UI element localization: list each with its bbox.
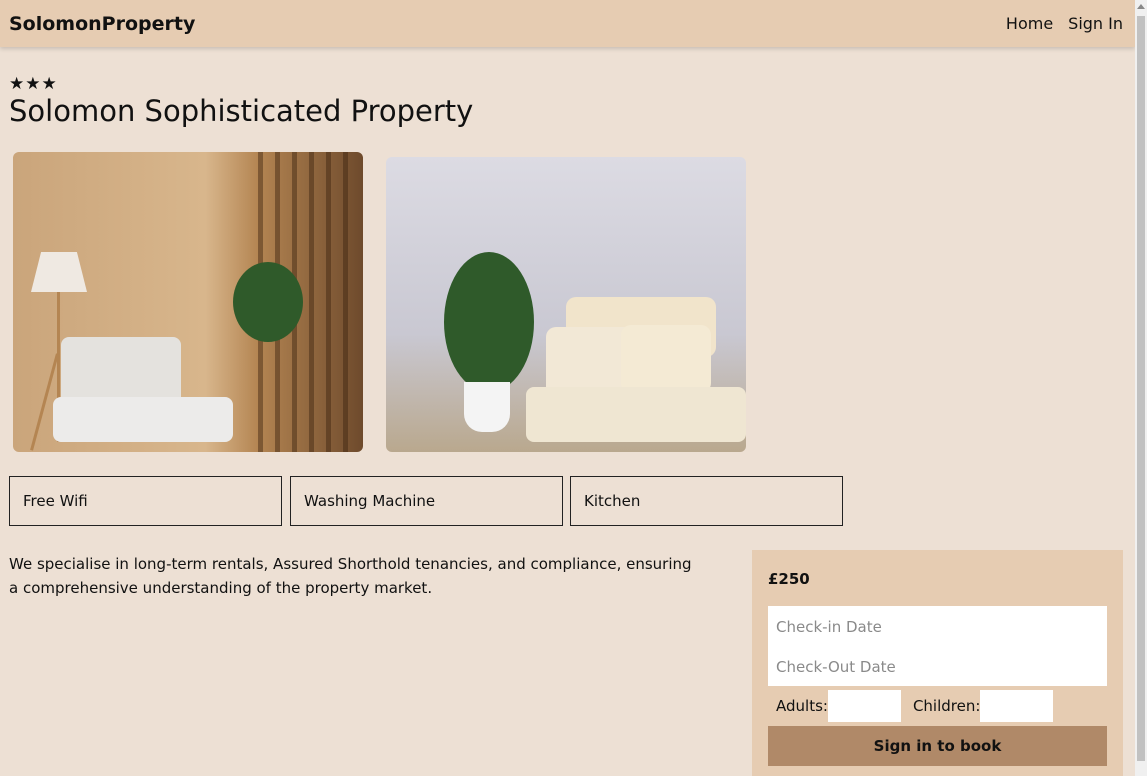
checkout-date-field[interactable]: Check-Out Date bbox=[776, 658, 896, 676]
nav-home-link[interactable]: Home bbox=[1006, 14, 1053, 33]
date-inputs: Check-in Date Check-Out Date bbox=[768, 606, 1107, 686]
page-scrollbar[interactable] bbox=[1135, 0, 1147, 776]
amenity-label: Kitchen bbox=[584, 492, 641, 510]
star-rating: ★★★ bbox=[9, 74, 58, 94]
amenity-label: Free Wifi bbox=[23, 492, 88, 510]
scrollbar-thumb[interactable] bbox=[1137, 16, 1145, 761]
nav-signin-link[interactable]: Sign In bbox=[1068, 14, 1123, 33]
children-label: Children: bbox=[912, 697, 981, 715]
checkin-date-field[interactable]: Check-in Date bbox=[776, 618, 882, 636]
amenity-free-wifi: Free Wifi bbox=[9, 476, 282, 526]
sign-in-to-book-button[interactable]: Sign in to book bbox=[768, 726, 1107, 766]
property-photo-living-room-sofa bbox=[386, 157, 746, 452]
property-photo-living-room-wood-slats bbox=[13, 152, 363, 452]
top-navbar: SolomonProperty Home Sign In bbox=[0, 0, 1135, 47]
nav-links: Home Sign In bbox=[1006, 14, 1123, 33]
amenity-label: Washing Machine bbox=[304, 492, 436, 510]
adults-input[interactable] bbox=[827, 690, 901, 722]
scroll-up-arrow-icon[interactable] bbox=[1137, 4, 1145, 9]
property-title: Solomon Sophisticated Property bbox=[9, 94, 474, 128]
booking-panel: £250 Check-in Date Check-Out Date Adults… bbox=[752, 550, 1123, 776]
brand-logo[interactable]: SolomonProperty bbox=[9, 13, 195, 35]
property-description: We specialise in long-term rentals, Assu… bbox=[9, 555, 692, 597]
guest-selectors: Adults: Children: bbox=[776, 690, 1054, 722]
price-label: £250 bbox=[768, 570, 810, 588]
adults-label: Adults: bbox=[776, 697, 828, 715]
amenity-kitchen: Kitchen bbox=[570, 476, 843, 526]
children-input[interactable] bbox=[980, 690, 1054, 722]
amenity-washing-machine: Washing Machine bbox=[290, 476, 563, 526]
